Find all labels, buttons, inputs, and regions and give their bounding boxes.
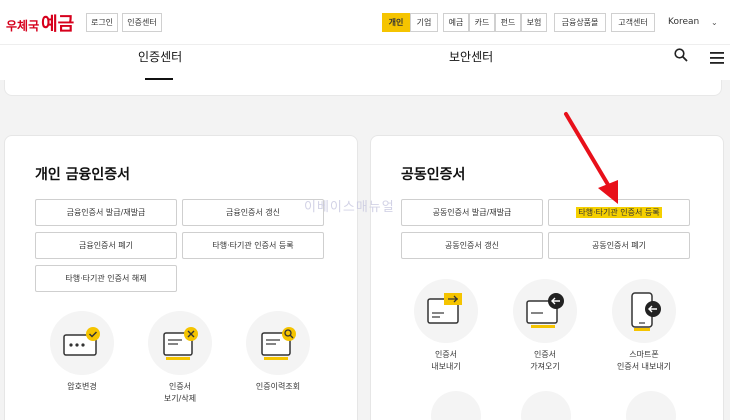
- cert-export-item[interactable]: 인증서 내보내기: [401, 279, 491, 373]
- issue-joint-cert-button[interactable]: 공동인증서 발급/재발급: [401, 199, 543, 226]
- password-change-icon: [50, 311, 114, 375]
- icon-label: 암호변경: [67, 382, 97, 391]
- top-card-bottom: [4, 80, 722, 96]
- icon-label: 스마트폰 인증서 내보내기: [616, 350, 672, 371]
- icon-label: 인증서 내보내기: [431, 350, 461, 371]
- hamburger-menu-icon[interactable]: [710, 49, 724, 68]
- cert-view-delete-icon: [148, 311, 212, 375]
- unregister-other-cert-button[interactable]: 타행·타기관 인증서 해제: [35, 265, 177, 292]
- product-mall-button[interactable]: 금융상품몰: [554, 13, 606, 32]
- register-other-cert-button[interactable]: 타행·타기관 인증서 등록: [182, 232, 324, 259]
- icon-label: 인증이력조회: [255, 382, 301, 391]
- panel-title: 공동인증서: [401, 167, 466, 183]
- chevron-down-icon[interactable]: ⌄: [711, 18, 718, 27]
- personal-cert-panel: 개인 금융인증서 금융인증서 발급/재발급 금융인증서 갱신 금융인증서 폐기 …: [4, 135, 358, 420]
- cert-history-item[interactable]: 인증이력조회: [233, 311, 323, 393]
- cert-import-item[interactable]: 인증서 가져오기: [500, 279, 590, 373]
- icon-label: 인증서 보기/삭제: [163, 382, 197, 403]
- menu-deposit[interactable]: 예금: [443, 13, 469, 32]
- menu-insurance[interactable]: 보험: [521, 13, 547, 32]
- revoke-finance-cert-button[interactable]: 금융인증서 폐기: [35, 232, 177, 259]
- logo-text-1: 우체국: [6, 19, 40, 33]
- customer-center-button[interactable]: 고객센터: [611, 13, 655, 32]
- panel-title: 개인 금융인증서: [35, 167, 131, 183]
- logo-text-2: 예금: [41, 14, 75, 35]
- search-icon[interactable]: [674, 47, 688, 66]
- brand-logo[interactable]: 우체국 예금: [6, 10, 74, 36]
- cert-history-icon: [246, 311, 310, 375]
- smartphone-export-item[interactable]: 스마트폰 인증서 내보내기: [599, 279, 689, 373]
- cert-more-icon: [521, 391, 571, 420]
- smartphone-export-icon: [612, 279, 676, 343]
- joint-cert-panel: 공동인증서 공동인증서 발급/재발급 타행·타기관 인증서 등록 공동인증서 갱…: [370, 135, 724, 420]
- cert-export-icon: [414, 279, 478, 343]
- password-change-item[interactable]: 암호변경: [37, 311, 127, 393]
- language-select[interactable]: Korean: [668, 13, 699, 32]
- top-bar: 우체국 예금 로그인 인증센터 개인 기업 예금 카드 펀드 보험 금융상품몰 …: [0, 0, 730, 44]
- segment-business[interactable]: 기업: [410, 13, 438, 32]
- red-arrow-annotation: [560, 110, 630, 214]
- tab-cert-center[interactable]: 인증센터: [138, 48, 182, 65]
- cert-view-delete-item[interactable]: 인증서 보기/삭제: [135, 311, 225, 405]
- login-button[interactable]: 로그인: [86, 13, 118, 32]
- cert-more-icon: [626, 391, 676, 420]
- menu-fund[interactable]: 펀드: [495, 13, 521, 32]
- renew-finance-cert-button[interactable]: 금융인증서 갱신: [182, 199, 324, 226]
- issue-finance-cert-button[interactable]: 금융인증서 발급/재발급: [35, 199, 177, 226]
- tab-security-center[interactable]: 보안센터: [449, 48, 493, 65]
- revoke-joint-cert-button[interactable]: 공동인증서 폐기: [548, 232, 690, 259]
- sub-nav: 인증센터 보안센터: [0, 44, 730, 80]
- cert-import-icon: [513, 279, 577, 343]
- cert-center-button[interactable]: 인증센터: [122, 13, 162, 32]
- cert-more-icon: [431, 391, 481, 420]
- segment-personal[interactable]: 개인: [382, 13, 410, 32]
- menu-card[interactable]: 카드: [469, 13, 495, 32]
- renew-joint-cert-button[interactable]: 공동인증서 갱신: [401, 232, 543, 259]
- watermark-text: 이베이스매뉴얼: [304, 200, 395, 215]
- icon-label: 인증서 가져오기: [530, 350, 560, 371]
